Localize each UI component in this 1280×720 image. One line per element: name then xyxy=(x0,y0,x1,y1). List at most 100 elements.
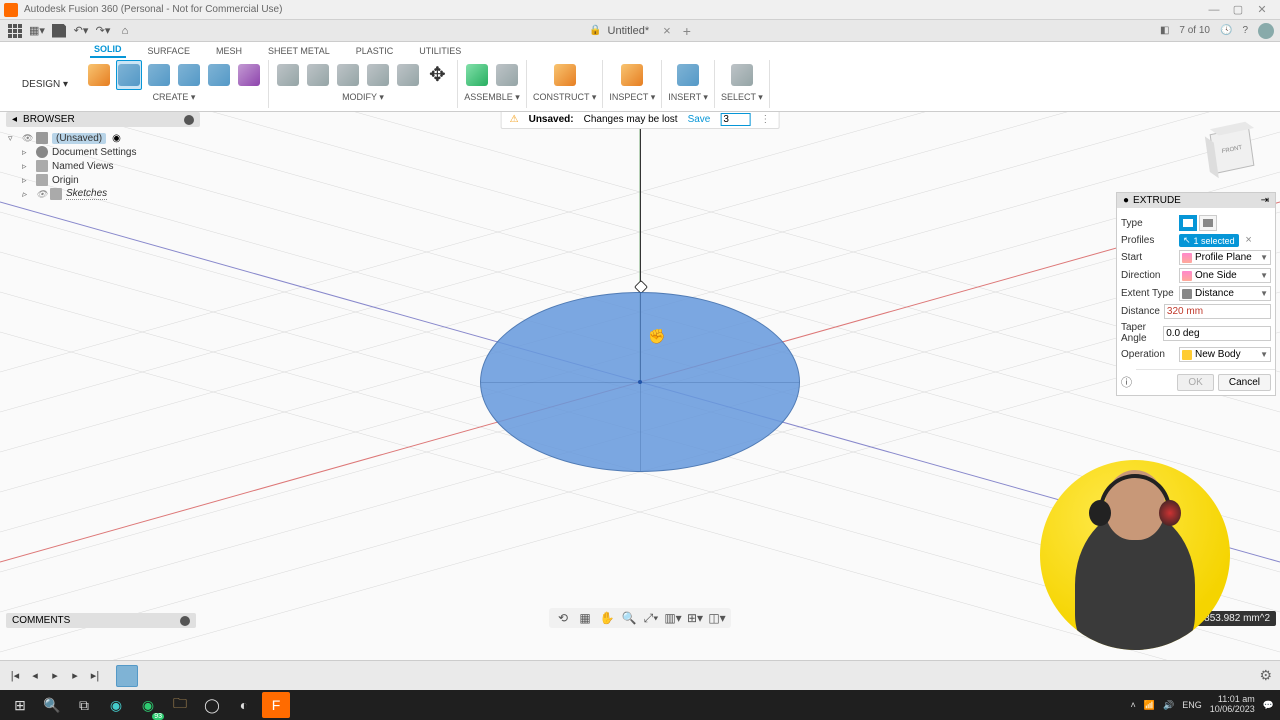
save-link[interactable]: Save xyxy=(688,114,711,125)
construct-button[interactable] xyxy=(552,60,578,90)
fusion-taskbar-button[interactable]: F xyxy=(262,692,290,718)
start-select[interactable]: Profile Plane ▼ xyxy=(1179,250,1271,265)
tree-item-origin[interactable]: ▹ Origin xyxy=(8,173,200,187)
direction-select[interactable]: One Side ▼ xyxy=(1179,268,1271,283)
extent-select[interactable]: Distance ▼ xyxy=(1179,286,1271,301)
timeline-sketch-feature[interactable] xyxy=(116,665,138,687)
operation-select[interactable]: New Body ▼ xyxy=(1179,347,1271,362)
move-button[interactable] xyxy=(425,60,451,90)
fit-button[interactable]: ⤢▾ xyxy=(643,610,659,626)
system-tray[interactable]: ˄ 📶 🔊 ENG 11:01 am 10/06/2023 💬 xyxy=(1131,695,1274,715)
panel-pin-button[interactable]: ⇥ xyxy=(1261,195,1269,206)
start-button[interactable]: ⊞ xyxy=(6,692,34,718)
tab-mesh[interactable]: MESH xyxy=(212,44,246,58)
insert-button[interactable] xyxy=(675,60,701,90)
type-thin-button[interactable] xyxy=(1199,215,1217,231)
tab-surface[interactable]: SURFACE xyxy=(144,44,195,58)
assemble-group-label[interactable]: ASSEMBLE ▾ xyxy=(464,92,520,103)
profiles-clear-button[interactable]: × xyxy=(1245,234,1251,246)
grid-settings-button[interactable]: ⊞▾ xyxy=(687,610,703,626)
sweep-button[interactable] xyxy=(176,60,202,90)
user-avatar[interactable] xyxy=(1258,23,1274,39)
timeline-settings-button[interactable]: ⚙ xyxy=(1259,667,1272,684)
undo-button[interactable]: ↶▾ xyxy=(72,22,90,40)
file-menu-button[interactable]: ▦▾ xyxy=(28,22,46,40)
help-button[interactable]: ? xyxy=(1242,25,1248,36)
inspect-group-label[interactable]: INSPECT ▾ xyxy=(609,92,655,103)
type-solid-button[interactable] xyxy=(1179,215,1197,231)
chamfer-button[interactable] xyxy=(335,60,361,90)
job-status[interactable]: 7 of 10 xyxy=(1179,25,1210,36)
pan-button[interactable]: ✋ xyxy=(599,610,615,626)
expand-icon[interactable]: ▹ xyxy=(22,147,32,158)
floating-dimension-input[interactable] xyxy=(720,113,750,126)
workspace-switcher[interactable]: DESIGN ▾ xyxy=(10,60,80,108)
minimize-button[interactable]: — xyxy=(1208,4,1220,16)
browser-collapse-icon[interactable]: ◂ xyxy=(12,114,17,125)
visibility-icon[interactable]: 👁 xyxy=(22,133,32,143)
new-tab-button[interactable]: + xyxy=(683,23,691,39)
create-group-label[interactable]: CREATE ▾ xyxy=(153,92,196,103)
data-panel-button[interactable] xyxy=(6,22,24,40)
emboss-button[interactable] xyxy=(236,60,262,90)
tab-solid[interactable]: SOLID xyxy=(90,42,126,58)
wifi-icon[interactable]: 📶 xyxy=(1144,700,1155,711)
revolve-button[interactable] xyxy=(146,60,172,90)
extrude-panel-header[interactable]: ● EXTRUDE ⇥ xyxy=(1117,193,1275,208)
orbit-button[interactable]: ⟲ xyxy=(555,610,571,626)
volume-icon[interactable]: 🔊 xyxy=(1163,700,1174,711)
sketch-center-point[interactable] xyxy=(638,380,642,384)
select-button[interactable] xyxy=(729,60,755,90)
zoom-button[interactable]: 🔍 xyxy=(621,610,637,626)
tray-chevron-icon[interactable]: ˄ xyxy=(1131,700,1136,710)
loft-button[interactable] xyxy=(206,60,232,90)
shell-button[interactable] xyxy=(365,60,391,90)
banner-menu-icon[interactable]: ⋮ xyxy=(760,114,770,125)
maximize-button[interactable]: ▢ xyxy=(1232,4,1244,16)
profiles-chip[interactable]: ↖1 selected xyxy=(1179,234,1239,247)
save-button[interactable] xyxy=(50,22,68,40)
combine-button[interactable] xyxy=(395,60,421,90)
distance-input[interactable] xyxy=(1164,304,1271,319)
clock[interactable]: 11:01 am 10/06/2023 xyxy=(1210,695,1255,715)
visibility-icon[interactable]: 👁 xyxy=(36,189,46,199)
radio-icon[interactable]: ◉ xyxy=(112,133,121,144)
edge-button[interactable]: ◉ xyxy=(102,692,130,718)
timeline-end-button[interactable]: ▸| xyxy=(88,669,102,683)
language-indicator[interactable]: ENG xyxy=(1182,700,1202,710)
tree-item-sketches[interactable]: ▹ 👁 Sketches xyxy=(8,187,200,201)
tab-close-button[interactable]: × xyxy=(663,23,671,38)
comments-panel[interactable]: COMMENTS xyxy=(6,613,196,628)
expand-icon[interactable]: ▿ xyxy=(8,133,18,144)
tab-utilities[interactable]: UTILITIES xyxy=(415,44,465,58)
file-explorer-button[interactable]: 🗀 xyxy=(166,692,194,718)
notifications-button[interactable]: 💬 xyxy=(1263,700,1274,711)
new-sketch-button[interactable] xyxy=(86,60,112,90)
expand-icon[interactable]: ▹ xyxy=(22,175,32,186)
timeline-back-button[interactable]: ◂ xyxy=(28,669,42,683)
measure-button[interactable] xyxy=(619,60,645,90)
chrome-button[interactable]: ◯ xyxy=(198,692,226,718)
view-cube[interactable]: FRONT xyxy=(1212,130,1260,178)
expand-icon[interactable]: ▹ xyxy=(22,189,32,200)
tab-sheet-metal[interactable]: SHEET METAL xyxy=(264,44,334,58)
home-button[interactable]: ⌂ xyxy=(116,22,134,40)
browser-pin-button[interactable] xyxy=(184,115,194,125)
timeline-forward-button[interactable]: ▸ xyxy=(68,669,82,683)
redo-button[interactable]: ↷▾ xyxy=(94,22,112,40)
insert-group-label[interactable]: INSERT ▾ xyxy=(668,92,708,103)
timeline-start-button[interactable]: |◂ xyxy=(8,669,22,683)
as-built-joint-button[interactable] xyxy=(494,60,520,90)
tree-item-named-views[interactable]: ▹ Named Views xyxy=(8,159,200,173)
look-at-button[interactable]: ▦ xyxy=(577,610,593,626)
timeline-play-button[interactable]: ▸ xyxy=(48,669,62,683)
press-pull-button[interactable] xyxy=(275,60,301,90)
comments-pin-button[interactable] xyxy=(180,616,190,626)
extensions-button[interactable]: ◧ xyxy=(1160,25,1169,36)
obs-button[interactable]: ◐ xyxy=(230,692,258,718)
sketch-profile[interactable]: ✊ xyxy=(480,292,800,472)
info-button[interactable]: ⓘ xyxy=(1117,370,1136,394)
select-group-label[interactable]: SELECT ▾ xyxy=(721,92,763,103)
viewport[interactable]: ⚠ Unsaved: Changes may be lost Save ⋮ ◂ … xyxy=(0,112,1280,690)
close-button[interactable]: ✕ xyxy=(1256,4,1268,16)
